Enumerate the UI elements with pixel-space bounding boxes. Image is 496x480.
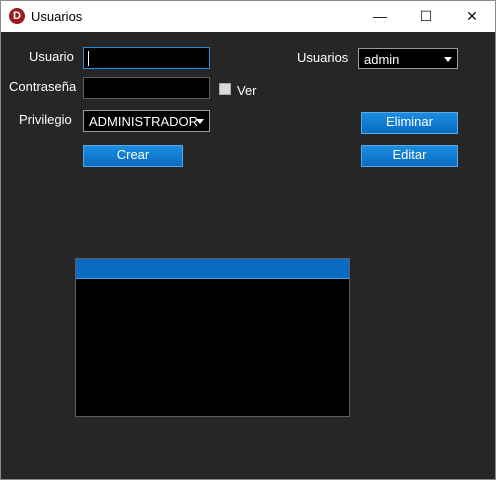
ver-label: Ver: [237, 83, 257, 98]
text-caret: [88, 51, 89, 66]
form-area: Usuario Contraseña Ver Privilegio ADMINI…: [1, 32, 495, 479]
eliminar-button[interactable]: Eliminar: [361, 112, 458, 134]
usuarios-window: D Usuarios — ☐ ✕ Usuario Contraseña Ver …: [0, 0, 496, 480]
crear-button[interactable]: Crear: [83, 145, 183, 167]
list-header: [76, 259, 349, 279]
window-title: Usuarios: [31, 9, 83, 24]
contrasena-input[interactable]: [83, 77, 210, 99]
usuarios-select[interactable]: admin: [358, 48, 458, 69]
usuario-label: Usuario: [29, 49, 74, 64]
usuarios-selected-value: admin: [364, 52, 400, 67]
usuario-input[interactable]: [83, 47, 210, 69]
usuarios-list[interactable]: [75, 258, 350, 417]
app-icon: D: [9, 8, 25, 24]
minimize-button[interactable]: —: [357, 1, 403, 32]
privilegio-selected-value: ADMINISTRADOR: [89, 114, 199, 129]
ver-checkbox[interactable]: [219, 83, 231, 95]
close-button[interactable]: ✕: [449, 1, 495, 32]
chevron-down-icon: [444, 57, 452, 62]
maximize-button[interactable]: ☐: [403, 1, 449, 32]
editar-button[interactable]: Editar: [361, 145, 458, 167]
privilegio-label: Privilegio: [19, 112, 72, 127]
usuarios-label: Usuarios: [297, 50, 349, 65]
title-bar: D Usuarios — ☐ ✕: [1, 1, 495, 32]
contrasena-label: Contraseña: [9, 79, 77, 94]
privilegio-select[interactable]: ADMINISTRADOR: [83, 110, 210, 132]
chevron-down-icon: [196, 119, 204, 124]
